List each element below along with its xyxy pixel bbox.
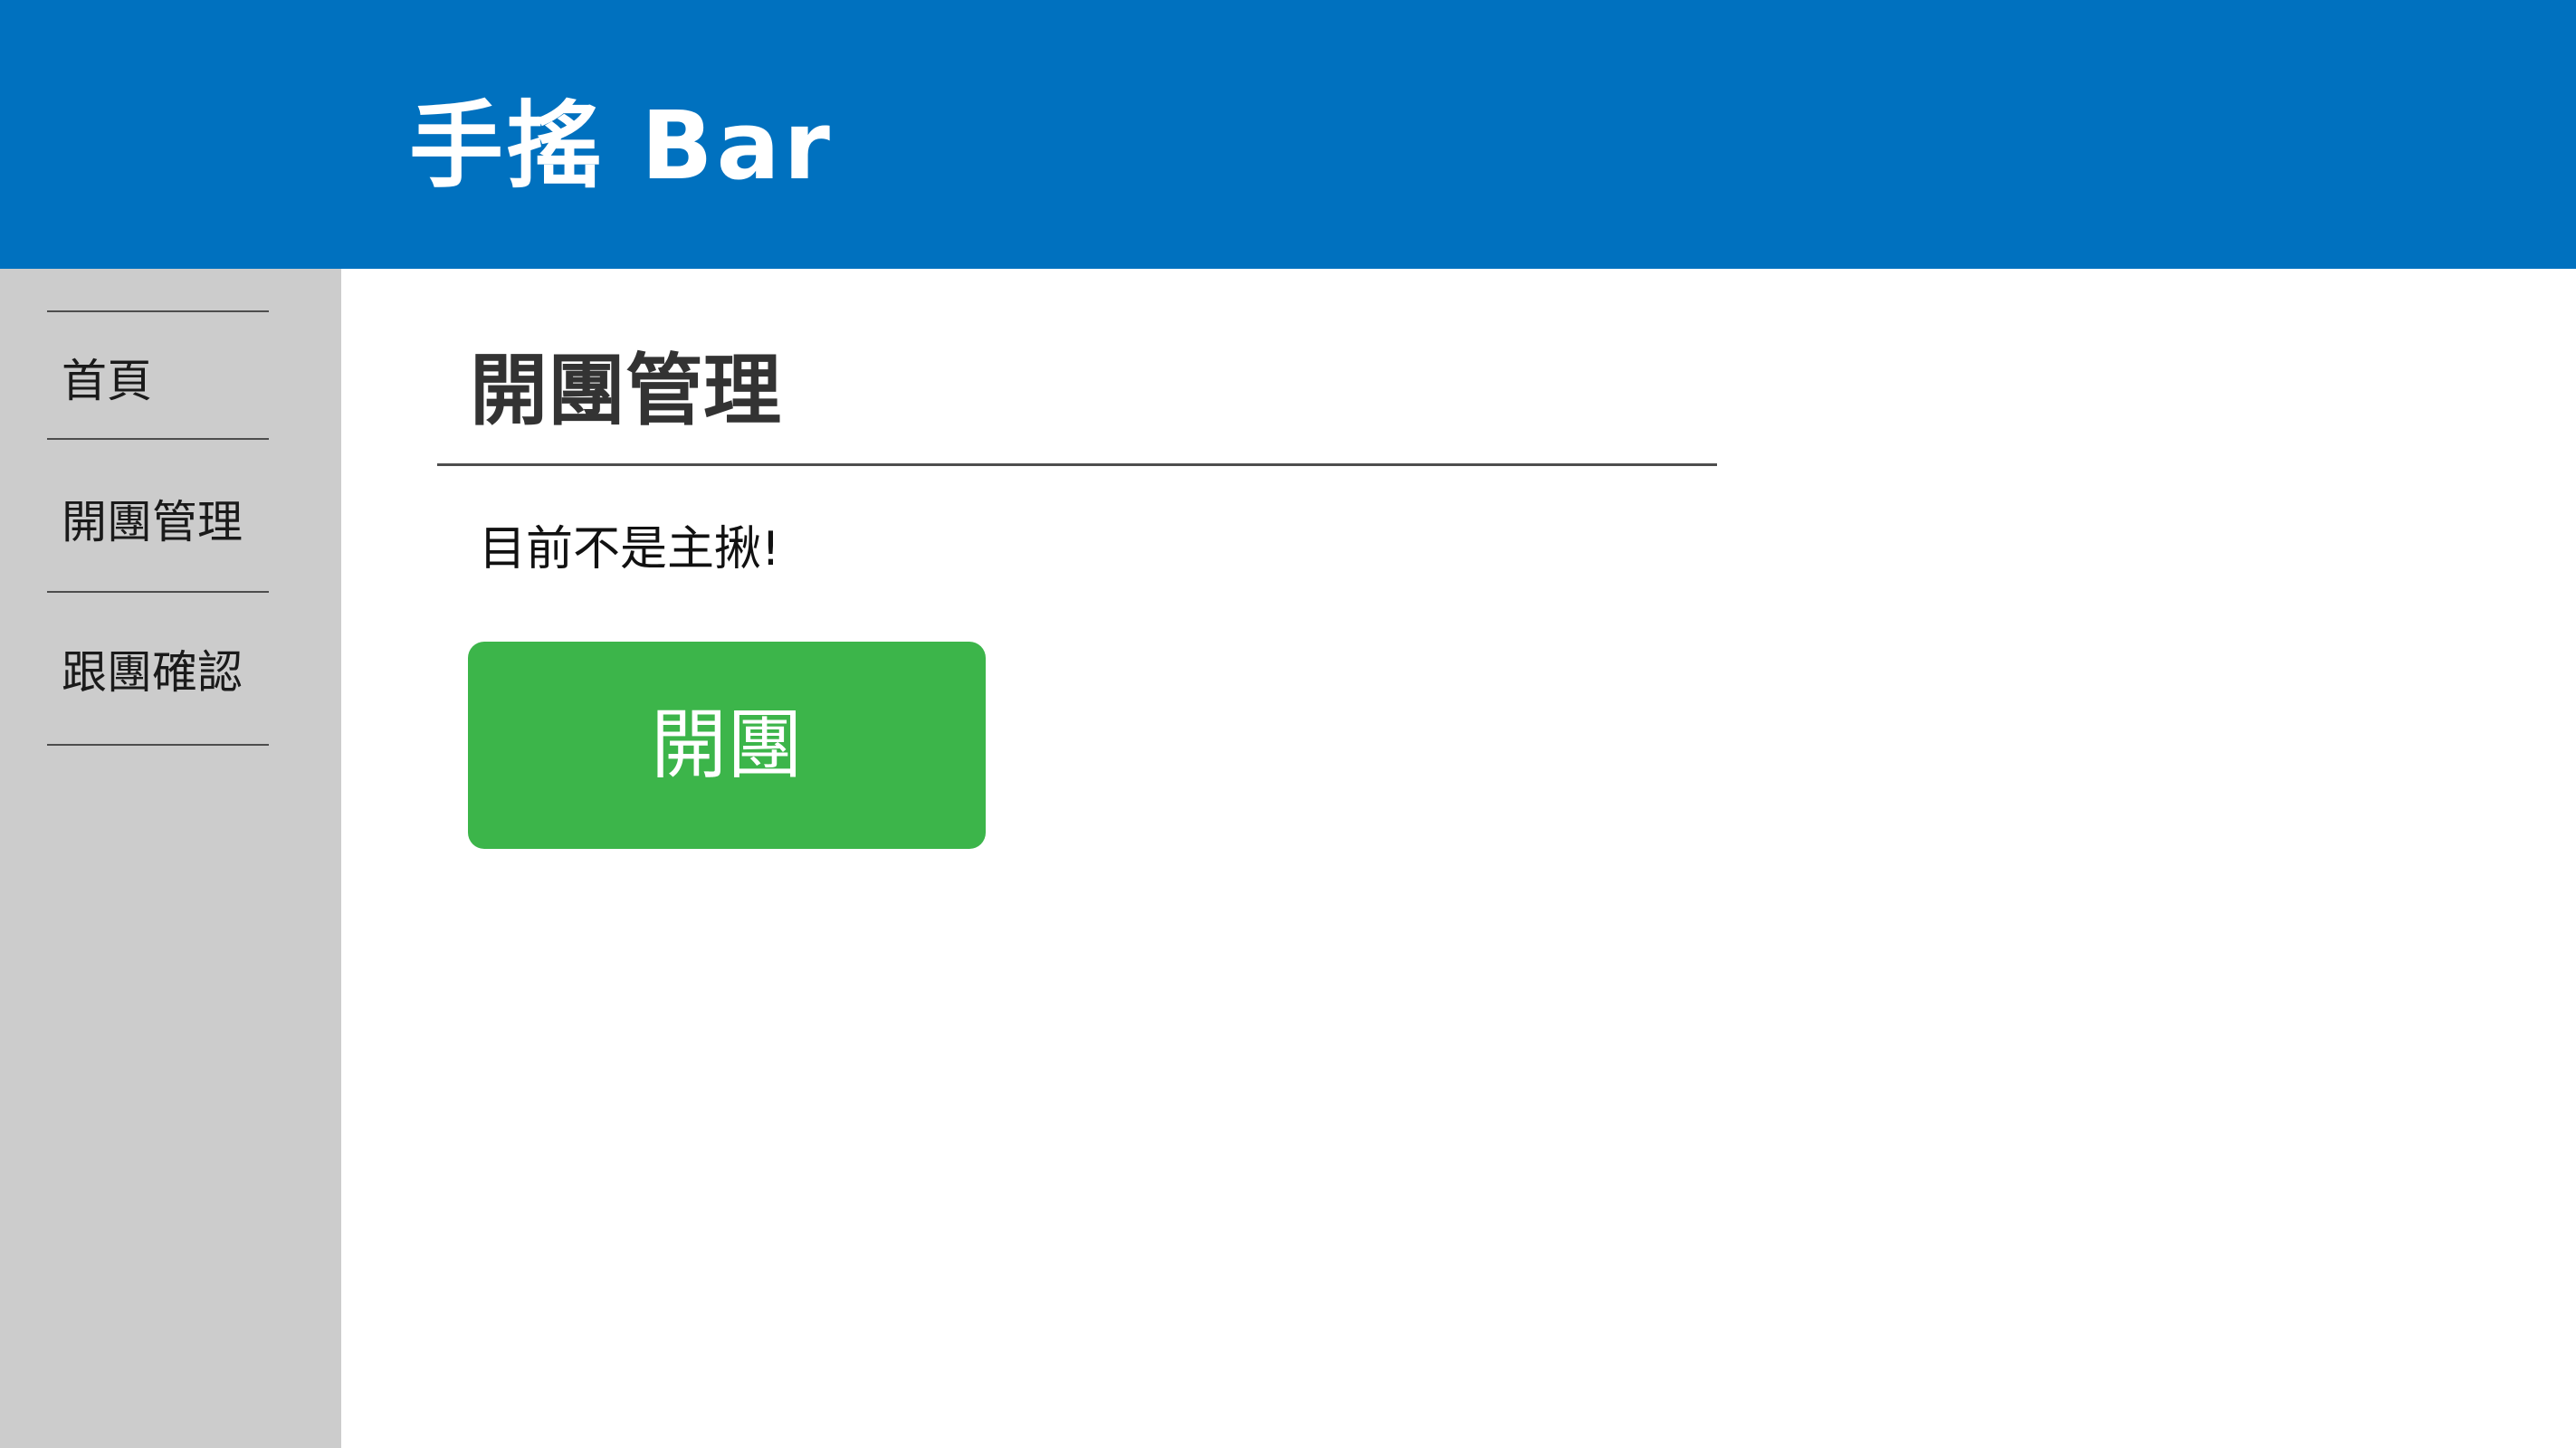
sidebar-item-home[interactable]: 首頁 (47, 345, 269, 417)
status-message: 目前不是主揪! (479, 522, 780, 576)
sidebar-item-label: 首頁 (62, 355, 152, 407)
sidebar-item-label: 跟團確認 (62, 646, 243, 699)
title-divider (437, 463, 1717, 466)
nav-divider (47, 438, 269, 440)
sidebar-item-label: 開團管理 (62, 496, 243, 548)
nav-divider (47, 591, 269, 593)
app-title: 手搖 Bar (409, 90, 834, 201)
sidebar-nav: 首頁 開團管理 跟團確認 (0, 269, 341, 1448)
nav-divider (47, 310, 269, 312)
sidebar-item-join-group-confirm[interactable]: 跟團確認 (47, 636, 269, 709)
nav-divider (47, 744, 269, 746)
main-content: 開團管理 目前不是主揪! 開團 (341, 269, 2576, 1448)
open-group-button[interactable]: 開團 (468, 642, 986, 849)
sidebar-item-open-group-management[interactable]: 開團管理 (47, 486, 269, 558)
open-group-button-label: 開團 (650, 702, 803, 787)
app-header: 手搖 Bar (0, 0, 2576, 269)
page-title: 開團管理 (470, 346, 781, 436)
